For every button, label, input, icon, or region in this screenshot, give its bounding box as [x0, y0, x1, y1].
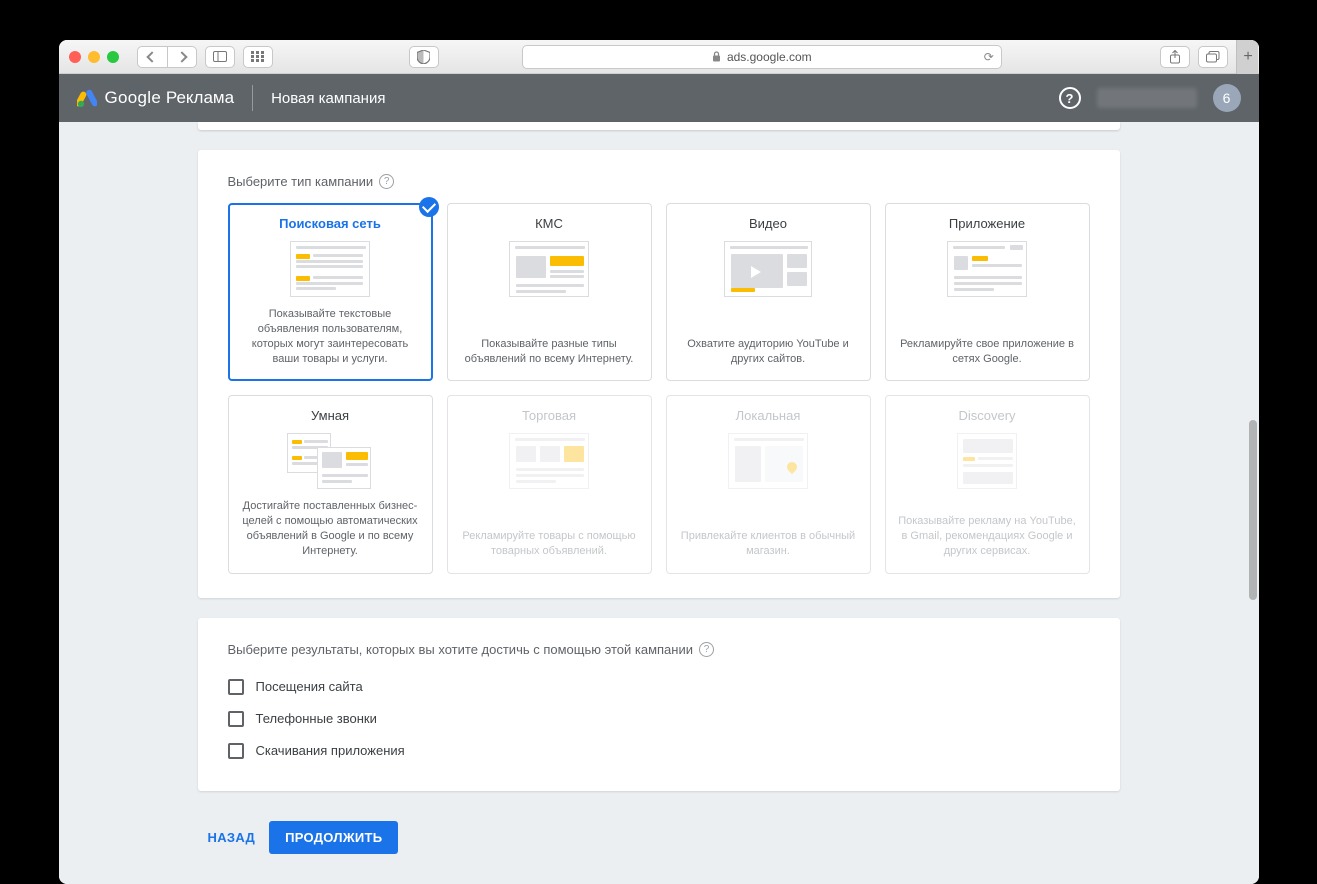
reload-icon[interactable]: ⟳	[984, 50, 994, 64]
window-traffic-lights	[69, 51, 119, 63]
campaign-type-illustration	[287, 433, 373, 489]
campaign-type-illustration	[724, 241, 812, 297]
campaign-type-label: Выберите тип кампании	[228, 174, 374, 189]
campaign-type-title: Discovery	[958, 408, 1015, 423]
brand-ads: Реклама	[166, 88, 234, 107]
campaign-type-title: Поисковая сеть	[279, 216, 381, 231]
campaign-type-description: Привлекайте клиентов в обычный магазин.	[679, 529, 858, 559]
new-tab-button[interactable]: +	[1236, 40, 1258, 74]
campaign-type-help-icon[interactable]: ?	[379, 174, 394, 189]
safari-toolbar: ads.google.com ⟳ +	[59, 40, 1259, 74]
result-option-label: Телефонные звонки	[256, 711, 377, 726]
minimize-window-icon[interactable]	[88, 51, 100, 63]
campaign-type-illustration	[728, 433, 808, 489]
campaign-type-local: Локальная Привлекайте клиентов в обычный…	[666, 395, 871, 573]
back-button[interactable]: НАЗАД	[208, 830, 256, 845]
campaign-type-illustration	[947, 241, 1027, 297]
browser-window: ads.google.com ⟳ + Google Реклама Новая …	[59, 40, 1259, 884]
result-option-site-visits[interactable]: Посещения сайта	[228, 671, 1090, 703]
checkbox-icon[interactable]	[228, 743, 244, 759]
avatar[interactable]: 6	[1213, 84, 1241, 112]
results-label: Выберите результаты, которых вы хотите д…	[228, 642, 693, 657]
wizard-footer: НАЗАД ПРОДОЛЖИТЬ	[198, 811, 1120, 854]
campaign-type-app[interactable]: Приложение	[885, 203, 1090, 381]
top-sites-icon[interactable]	[243, 46, 273, 68]
privacy-shield-icon[interactable]	[409, 46, 439, 68]
page-body: Выберите тип кампании ? Поисковая сеть	[59, 122, 1259, 884]
back-button[interactable]	[137, 46, 167, 68]
campaign-type-title: Локальная	[736, 408, 801, 423]
result-option-label: Посещения сайта	[256, 679, 363, 694]
campaign-type-illustration	[290, 241, 370, 297]
result-option-phone-calls[interactable]: Телефонные звонки	[228, 703, 1090, 735]
result-option-label: Скачивания приложения	[256, 743, 405, 758]
help-icon[interactable]: ?	[1059, 87, 1081, 109]
sidebar-toggle-icon[interactable]	[205, 46, 235, 68]
campaign-type-video[interactable]: Видео Охватите аудиторию YouTu	[666, 203, 871, 381]
campaign-type-illustration	[509, 241, 589, 297]
address-url: ads.google.com	[727, 50, 812, 64]
campaign-type-title: Умная	[311, 408, 349, 423]
nav-buttons	[137, 46, 197, 68]
page-title: Новая кампания	[271, 90, 385, 107]
campaign-type-description: Достигайте поставленных бизнес-целей с п…	[241, 499, 420, 558]
campaign-type-illustration	[509, 433, 589, 489]
checkbox-icon[interactable]	[228, 679, 244, 695]
scrollbar-thumb[interactable]	[1249, 420, 1257, 600]
maximize-window-icon[interactable]	[107, 51, 119, 63]
tabs-icon[interactable]	[1198, 46, 1228, 68]
campaign-type-display[interactable]: КМС Показывай	[447, 203, 652, 381]
campaign-type-description: Охватите аудиторию YouTube и других сайт…	[679, 337, 858, 367]
close-window-icon[interactable]	[69, 51, 81, 63]
campaign-type-search[interactable]: Поисковая сеть	[228, 203, 433, 381]
checkmark-icon	[419, 197, 439, 217]
address-bar[interactable]: ads.google.com ⟳	[522, 45, 1002, 69]
account-info-redacted	[1097, 88, 1197, 108]
campaign-type-discovery: Discovery Показывайте рекламу на YouTube…	[885, 395, 1090, 573]
header-divider	[252, 85, 253, 111]
forward-button[interactable]	[167, 46, 197, 68]
previous-card-edge	[198, 122, 1120, 130]
campaign-type-description: Показывайте рекламу на YouTube, в Gmail,…	[898, 514, 1077, 559]
google-ads-icon	[77, 89, 95, 107]
share-icon[interactable]	[1160, 46, 1190, 68]
checkbox-icon[interactable]	[228, 711, 244, 727]
google-ads-logo[interactable]: Google Реклама	[77, 88, 235, 108]
result-option-app-downloads[interactable]: Скачивания приложения	[228, 735, 1090, 767]
lock-icon	[712, 51, 721, 62]
campaign-type-title: Торговая	[522, 408, 576, 423]
campaign-type-description: Показывайте текстовые объявления пользов…	[241, 307, 420, 366]
brand-google: Google	[105, 88, 162, 107]
results-card: Выберите результаты, которых вы хотите д…	[198, 618, 1120, 791]
campaign-type-description: Рекламируйте товары с помощью товарных о…	[460, 529, 639, 559]
campaign-type-smart[interactable]: Умная	[228, 395, 433, 573]
campaign-type-title: Видео	[749, 216, 787, 231]
campaign-type-description: Показывайте разные типы объявлений по вс…	[460, 337, 639, 367]
campaign-type-shopping: Торговая Рекл	[447, 395, 652, 573]
app-header: Google Реклама Новая кампания ? 6	[59, 74, 1259, 122]
campaign-type-description: Рекламируйте свое приложение в сетях Goo…	[898, 337, 1077, 367]
campaign-type-title: Приложение	[949, 216, 1025, 231]
campaign-type-illustration	[957, 433, 1017, 489]
campaign-type-card: Выберите тип кампании ? Поисковая сеть	[198, 150, 1120, 598]
results-help-icon[interactable]: ?	[699, 642, 714, 657]
campaign-type-title: КМС	[535, 216, 563, 231]
continue-button[interactable]: ПРОДОЛЖИТЬ	[269, 821, 398, 854]
